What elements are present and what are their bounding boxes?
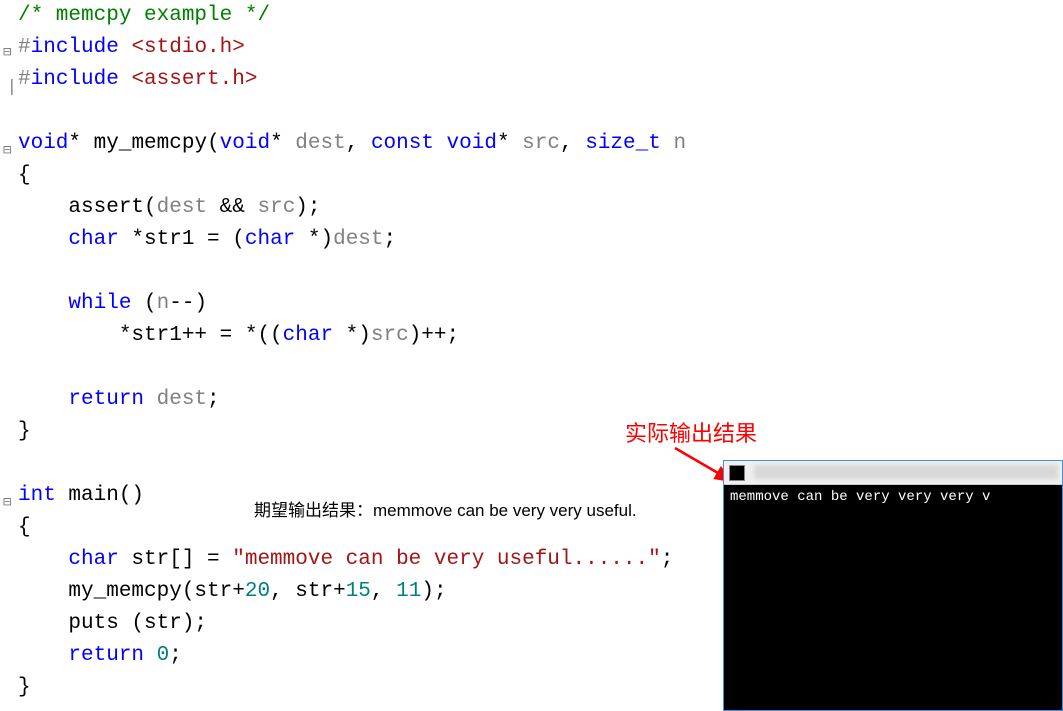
preprocessor: # xyxy=(18,68,31,91)
code-line: return 0; xyxy=(18,640,720,672)
code-line: } xyxy=(18,672,720,704)
code-line: return dest; xyxy=(18,384,720,416)
string-literal: "memmove can be very useful......" xyxy=(232,548,660,571)
code-line: assert(dest && src); xyxy=(18,192,720,224)
code-line: *str1++ = *((char *)src)++; xyxy=(18,320,720,352)
console-titlebar[interactable] xyxy=(724,461,1062,485)
console-icon xyxy=(729,465,745,481)
code-line: void* my_memcpy(void* dest, const void* … xyxy=(18,128,720,160)
code-line: /* memcpy example */ xyxy=(18,0,720,32)
code-line: char str[] = "memmove can be very useful… xyxy=(18,544,720,576)
code-line: while (n--) xyxy=(18,288,720,320)
keyword: include xyxy=(31,36,119,59)
type: void xyxy=(18,132,68,155)
code-line xyxy=(18,256,720,288)
code-line: puts (str); xyxy=(18,608,720,640)
code-line: { xyxy=(18,160,720,192)
code-line xyxy=(18,448,720,480)
fold-open-icon[interactable]: ⊟ xyxy=(3,486,11,518)
code-editor: ⊟ | ⊟ ⊟ /* memcpy example */ #include <s… xyxy=(0,0,720,711)
console-output: memmove can be very very very v xyxy=(724,485,1062,710)
fold-open-icon[interactable]: ⊟ xyxy=(3,36,11,68)
comment: /* memcpy example */ xyxy=(18,4,270,27)
fold-open-icon[interactable]: ⊟ xyxy=(3,134,11,166)
code-line: #include <stdio.h> xyxy=(18,32,720,64)
code-line: my_memcpy(str+20, str+15, 11); xyxy=(18,576,720,608)
preprocessor: # xyxy=(18,36,31,59)
code-line: #include <assert.h> xyxy=(18,64,720,96)
fold-guide: | xyxy=(7,70,17,102)
console-title-blurred xyxy=(754,465,1058,479)
header: <stdio.h> xyxy=(131,36,244,59)
code-line: } xyxy=(18,416,720,448)
keyword: include xyxy=(31,68,119,91)
number: 0 xyxy=(157,644,170,667)
number: 20 xyxy=(245,580,270,603)
number: 15 xyxy=(346,580,371,603)
code-line xyxy=(18,96,720,128)
header: <assert.h> xyxy=(131,68,257,91)
code-line: char *str1 = (char *)dest; xyxy=(18,224,720,256)
number: 11 xyxy=(396,580,421,603)
console-window: memmove can be very very very v xyxy=(723,460,1063,711)
code-line xyxy=(18,352,720,384)
expected-output-label: 期望输出结果：memmove can be very very useful. xyxy=(254,496,637,521)
